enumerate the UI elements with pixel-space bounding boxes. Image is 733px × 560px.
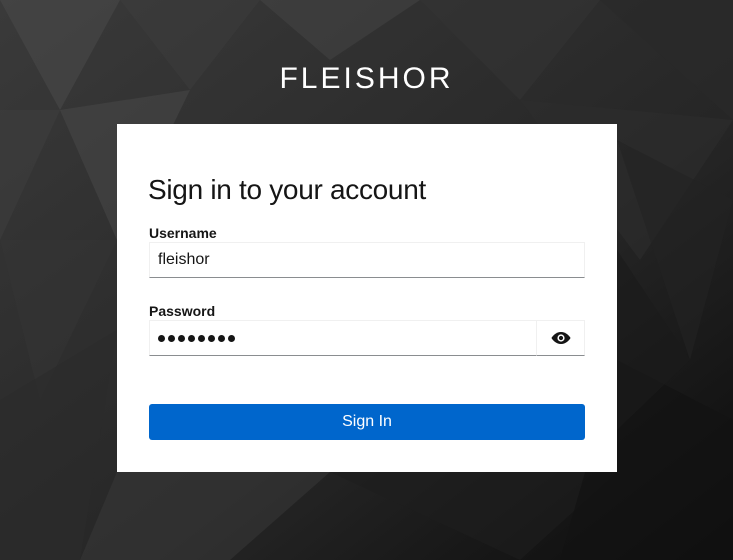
brand-logo-text: FLEISHOR (279, 62, 454, 95)
password-field[interactable] (149, 320, 537, 356)
password-mask-dot (218, 334, 225, 342)
password-label: Password (149, 303, 216, 319)
username-value: fleishor (158, 251, 210, 268)
password-mask-dot (168, 334, 175, 342)
password-masked-value (158, 334, 235, 342)
password-mask-dot (208, 334, 215, 342)
username-field[interactable]: fleishor (149, 242, 585, 278)
password-mask-dot (178, 334, 185, 342)
login-card: Sign in to your account Username fleisho… (117, 124, 617, 472)
password-mask-dot (158, 334, 165, 342)
eye-icon (551, 332, 570, 344)
username-label: Username (149, 225, 217, 241)
toggle-password-button[interactable] (536, 320, 585, 356)
sign-in-button[interactable]: Sign In (149, 404, 585, 440)
password-mask-dot (188, 334, 195, 342)
password-mask-dot (198, 334, 205, 342)
password-mask-dot (228, 334, 235, 342)
login-title: Sign in to your account (148, 174, 426, 205)
